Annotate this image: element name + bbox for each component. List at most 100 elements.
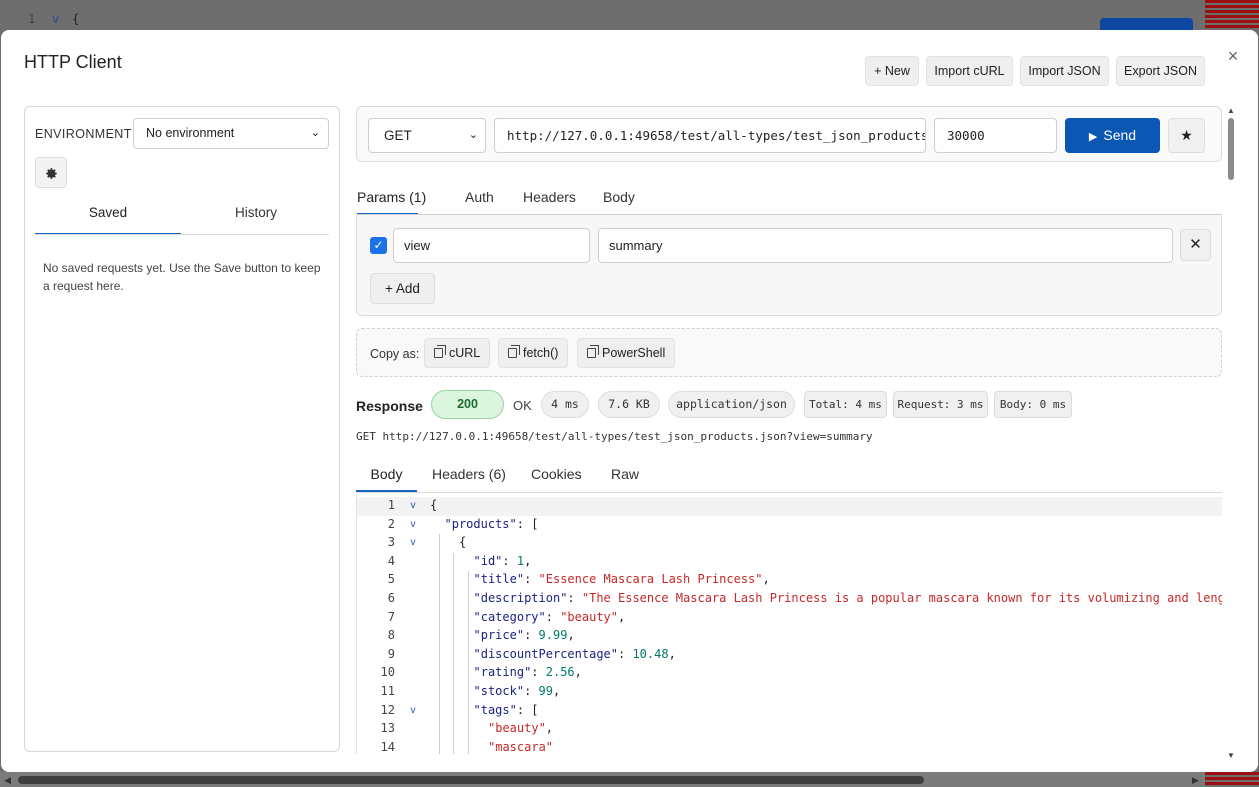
line-number: 1: [387, 498, 395, 512]
background-horizontal-scrollbar[interactable]: ◀ ▶: [0, 772, 1205, 787]
tab-response-raw[interactable]: Raw: [597, 462, 653, 492]
param-enabled-checkbox[interactable]: ✓: [370, 237, 387, 254]
code-token: {: [430, 498, 438, 512]
tab-headers[interactable]: Headers: [509, 185, 590, 215]
remove-param-button[interactable]: ✕: [1180, 229, 1211, 261]
response-body-viewer[interactable]: 1 v{2 v "products": [3 v{4 "id": 1, 5 "title": …: [356, 492, 1222, 754]
line-number: 11: [380, 684, 395, 698]
code-line: 2 v "products": [: [357, 516, 1222, 535]
scroll-down-icon[interactable]: ▼: [1227, 751, 1235, 760]
code-line: 5 "title": "Essence Mascara Lash Princess…: [357, 571, 1222, 590]
code-token: :: [531, 665, 546, 680]
export-json-button[interactable]: Export JSON: [1116, 56, 1205, 86]
code-token: ,: [545, 721, 554, 736]
code-token: 1: [516, 553, 525, 568]
scroll-up-icon[interactable]: ▲: [1227, 106, 1235, 115]
code-token: :: [524, 684, 539, 698]
status-badge: 200: [431, 390, 504, 419]
status-text: OK: [513, 398, 532, 413]
background-brace: {: [72, 12, 80, 26]
request-bar: GET ⌄ http://127.0.0.1:49658/test/all-ty…: [356, 106, 1222, 162]
copy-powershell-button[interactable]: PowerShell: [577, 338, 676, 368]
environment-select[interactable]: No environment ⌄: [133, 118, 329, 149]
param-key-input[interactable]: view: [393, 228, 590, 263]
add-param-button[interactable]: + Add: [370, 273, 435, 304]
code-token: "description": [473, 591, 568, 605]
code-line: 11 "stock": 99,: [357, 683, 1222, 702]
code-token: 99: [538, 684, 553, 698]
scrollbar-thumb[interactable]: [1228, 118, 1234, 180]
line-number: 3: [387, 535, 395, 550]
code-token: ,: [762, 572, 770, 587]
star-icon: ★: [1180, 127, 1193, 143]
close-icon: ✕: [1189, 236, 1202, 253]
scroll-left-icon[interactable]: ◀: [4, 775, 11, 786]
method-select[interactable]: GET ⌄: [368, 118, 486, 153]
code-text: "beauty",: [488, 721, 553, 735]
tab-response-headers-label: Headers (6): [432, 466, 506, 482]
tab-response-headers[interactable]: Headers (6): [418, 462, 520, 492]
copy-fetch-button[interactable]: fetch(): [498, 338, 569, 368]
indent-guide: [453, 552, 454, 754]
http-client-modal: HTTP Client × + New Import cURL Import J…: [1, 30, 1258, 772]
fold-toggle-icon[interactable]: v: [410, 500, 416, 511]
response-time-badge: 4 ms: [541, 391, 589, 418]
code-token: ,: [552, 684, 561, 698]
tab-history[interactable]: History: [183, 205, 329, 235]
fold-toggle-icon[interactable]: v: [410, 519, 416, 530]
param-value-input[interactable]: summary: [598, 228, 1173, 263]
code-token: :: [618, 646, 633, 661]
send-button[interactable]: ▶ Send: [1065, 118, 1160, 153]
tab-auth-label: Auth: [465, 189, 494, 205]
environment-label: ENVIRONMENT: [35, 127, 132, 141]
close-icon[interactable]: ×: [1223, 46, 1243, 66]
copy-icon: [508, 345, 520, 358]
code-token: "products": [444, 516, 517, 531]
indent-guide: [467, 571, 469, 754]
copy-powershell-label: PowerShell: [602, 346, 666, 360]
fold-toggle-icon[interactable]: v: [410, 705, 416, 716]
tab-body[interactable]: Body: [589, 185, 649, 215]
code-text: "price": 9.99,: [474, 628, 575, 642]
fold-toggle-icon[interactable]: v: [410, 537, 416, 548]
copy-icon: [587, 345, 599, 358]
save-favorite-button[interactable]: ★: [1168, 118, 1205, 153]
vertical-scrollbar[interactable]: ▲ ▼: [1227, 106, 1235, 760]
tab-saved[interactable]: Saved: [35, 205, 181, 235]
code-token: "beauty": [560, 609, 618, 624]
code-text: "mascara": [488, 740, 553, 754]
tab-auth[interactable]: Auth: [451, 185, 508, 215]
timing-body: Body: 0 ms: [994, 391, 1072, 418]
tab-response-raw-label: Raw: [611, 466, 640, 482]
code-token: : [: [516, 702, 539, 717]
code-token: :: [567, 591, 582, 605]
scrollbar-thumb[interactable]: [18, 776, 924, 784]
scroll-right-icon[interactable]: ▶: [1192, 775, 1199, 786]
code-token: 9.99: [538, 628, 568, 643]
code-token: "title": [473, 572, 525, 587]
params-panel: ✓ view summary ✕ + Add: [356, 214, 1222, 316]
import-curl-button[interactable]: Import cURL: [926, 56, 1013, 86]
background-minimap: [1205, 0, 1259, 28]
copy-as-bar: Copy as: cURL fetch() PowerShell: [356, 328, 1222, 377]
timeout-input[interactable]: 30000: [934, 118, 1057, 153]
indent-guide: [438, 534, 440, 754]
line-number: 12: [380, 702, 395, 717]
tab-response-body[interactable]: Body: [356, 462, 417, 492]
copy-curl-button[interactable]: cURL: [424, 338, 491, 368]
code-token: "Essence Mascara Lash Princess": [538, 572, 763, 587]
code-token: "discountPercentage": [473, 646, 619, 661]
url-input[interactable]: http://127.0.0.1:49658/test/all-types/te…: [494, 118, 926, 153]
tab-response-cookies-label: Cookies: [531, 466, 582, 482]
code-text: "tags": [: [474, 703, 539, 717]
environment-settings-button[interactable]: [35, 157, 67, 188]
tab-body-label: Body: [603, 189, 635, 205]
tab-response-cookies[interactable]: Cookies: [517, 462, 596, 492]
code-line: 12 v "tags": [: [357, 702, 1222, 721]
line-number: 10: [380, 665, 395, 680]
import-json-button[interactable]: Import JSON: [1020, 56, 1109, 86]
new-request-button[interactable]: + New: [865, 56, 919, 86]
code-token: "id": [473, 553, 503, 568]
gear-icon: [45, 168, 57, 179]
tab-params[interactable]: Params (1): [357, 185, 426, 215]
